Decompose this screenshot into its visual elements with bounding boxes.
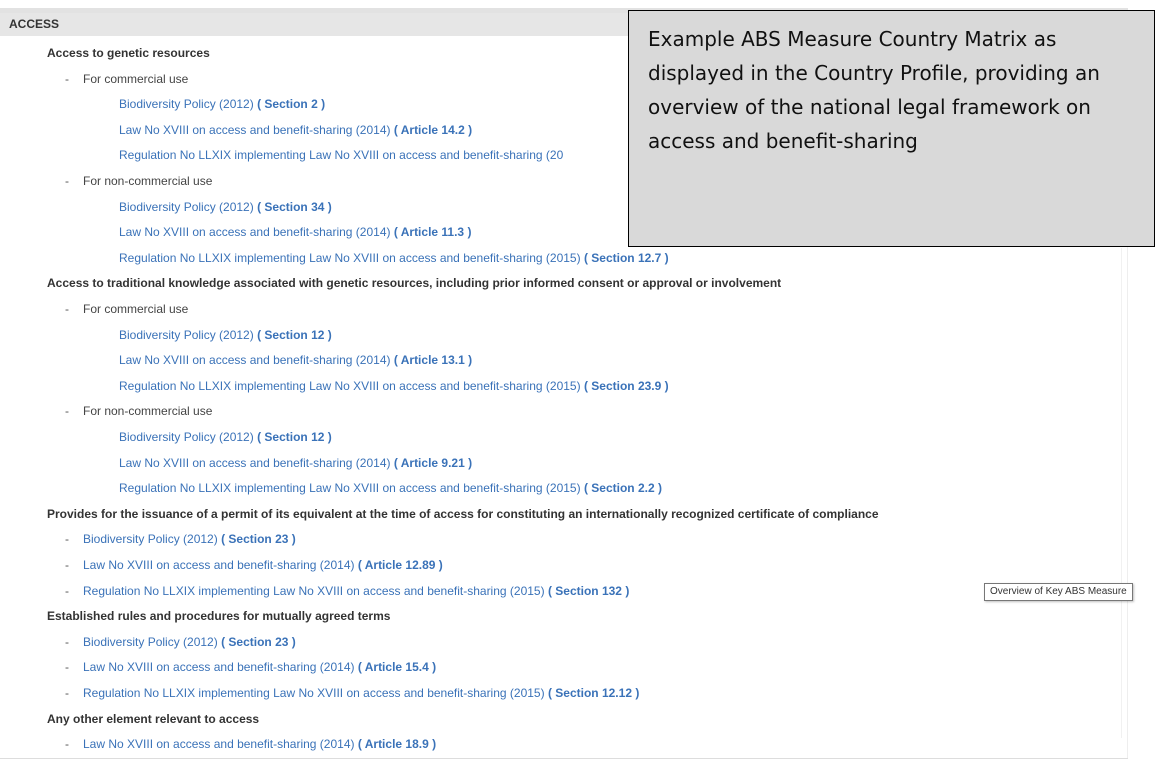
measure-reference-item: - Law No XVIII on access and benefit-shar… xyxy=(65,555,443,575)
measure-reference-item: - Law No XVIII on access and benefit-shar… xyxy=(65,657,436,677)
section-reference-link[interactable]: ( Section 23 ) xyxy=(221,635,296,649)
bullet-dash: - xyxy=(65,72,69,86)
section-reference-link[interactable]: ( Section 34 ) xyxy=(257,200,332,214)
section-reference-link[interactable]: ( Section 12 ) xyxy=(257,328,332,342)
measure-reference-item: Biodiversity Policy (2012) ( Section 2 ) xyxy=(119,94,325,114)
measure-reference-item: - Biodiversity Policy (2012) ( Section 23… xyxy=(65,632,296,652)
category-heading: Established rules and procedures for mut… xyxy=(47,609,391,623)
measure-link[interactable]: Biodiversity Policy (2012) xyxy=(119,97,254,111)
callout-text: Example ABS Measure Country Matrix as di… xyxy=(648,27,1100,153)
section-reference-link[interactable]: ( Section 23.9 ) xyxy=(584,379,669,393)
section-reference-link[interactable]: ( Article 13.1 ) xyxy=(394,353,472,367)
measure-link[interactable]: Law No XVIII on access and benefit-shari… xyxy=(83,737,355,751)
section-reference-link[interactable]: ( Section 12.7 ) xyxy=(584,251,669,265)
use-type-item: - For commercial use xyxy=(65,299,188,319)
category-heading: Access to genetic resources xyxy=(47,46,210,60)
measure-reference-item: Biodiversity Policy (2012) ( Section 34 … xyxy=(119,197,332,217)
section-reference-link[interactable]: ( Section 12.12 ) xyxy=(548,686,639,700)
measure-reference-item: Regulation No LLXIX implementing Law No … xyxy=(119,145,563,165)
measure-link[interactable]: Regulation No LLXIX implementing Law No … xyxy=(119,251,581,265)
use-type-label: For non-commercial use xyxy=(83,404,213,418)
measure-link[interactable]: Law No XVIII on access and benefit-shari… xyxy=(119,353,391,367)
measure-link[interactable]: Regulation No LLXIX implementing Law No … xyxy=(119,379,581,393)
measure-reference-item: - Regulation No LLXIX implementing Law No… xyxy=(65,581,629,601)
section-reference-link[interactable]: ( Section 132 ) xyxy=(548,584,629,598)
measure-link[interactable]: Law No XVIII on access and benefit-shari… xyxy=(119,456,391,470)
bullet-dash: - xyxy=(65,532,69,546)
measure-reference-item: Law No XVIII on access and benefit-shari… xyxy=(119,222,471,242)
bullet-dash: - xyxy=(65,584,69,598)
measure-link[interactable]: Biodiversity Policy (2012) xyxy=(83,532,218,546)
section-reference-link[interactable]: ( Section 2.2 ) xyxy=(584,481,662,495)
measure-reference-item: - Regulation No LLXIX implementing Law No… xyxy=(65,683,639,703)
section-reference-link[interactable]: ( Article 9.21 ) xyxy=(394,456,472,470)
measure-reference-item: Biodiversity Policy (2012) ( Section 12 … xyxy=(119,325,332,345)
use-type-label: For commercial use xyxy=(83,72,189,86)
measure-reference-item: Law No XVIII on access and benefit-shari… xyxy=(119,350,472,370)
bullet-dash: - xyxy=(65,686,69,700)
use-type-label: For non-commercial use xyxy=(83,174,213,188)
section-reference-link[interactable]: ( Article 11.3 ) xyxy=(394,225,472,239)
use-type-item: - For commercial use xyxy=(65,69,188,89)
measure-link[interactable]: Law No XVIII on access and benefit-shari… xyxy=(119,123,391,137)
section-reference-link[interactable]: ( Section 12 ) xyxy=(257,430,332,444)
measure-link[interactable]: Regulation No LLXIX implementing Law No … xyxy=(119,148,563,162)
measure-reference-item: Regulation No LLXIX implementing Law No … xyxy=(119,478,662,498)
section-reference-link[interactable]: ( Section 2 ) xyxy=(257,97,325,111)
bullet-dash: - xyxy=(65,558,69,572)
section-reference-link[interactable]: ( Article 14.2 ) xyxy=(394,123,472,137)
bullet-dash: - xyxy=(65,174,69,188)
use-type-item: - For non-commercial use xyxy=(65,401,212,421)
bullet-dash: - xyxy=(65,635,69,649)
use-type-item: - For non-commercial use xyxy=(65,171,212,191)
bullet-dash: - xyxy=(65,404,69,418)
use-type-label: For commercial use xyxy=(83,302,189,316)
measure-link[interactable]: Biodiversity Policy (2012) xyxy=(83,635,218,649)
category-heading: Provides for the issuance of a permit of… xyxy=(47,507,879,521)
category-heading: Access to traditional knowledge associat… xyxy=(47,276,782,290)
measure-link[interactable]: Biodiversity Policy (2012) xyxy=(119,200,254,214)
measure-reference-item: Regulation No LLXIX implementing Law No … xyxy=(119,376,669,396)
right-border-inner xyxy=(1121,248,1122,738)
annotation-callout: Example ABS Measure Country Matrix as di… xyxy=(628,10,1155,247)
section-reference-link[interactable]: ( Article 15.4 ) xyxy=(358,660,436,674)
measure-link[interactable]: Biodiversity Policy (2012) xyxy=(119,328,254,342)
section-reference-link[interactable]: ( Article 12.89 ) xyxy=(358,558,443,572)
measure-reference-item: Law No XVIII on access and benefit-shari… xyxy=(119,453,472,473)
bullet-dash: - xyxy=(65,660,69,674)
measure-link[interactable]: Law No XVIII on access and benefit-shari… xyxy=(83,558,355,572)
measure-reference-item: Biodiversity Policy (2012) ( Section 12 … xyxy=(119,427,332,447)
bullet-dash: - xyxy=(65,737,69,751)
measure-link[interactable]: Law No XVIII on access and benefit-shari… xyxy=(83,660,355,674)
section-reference-link[interactable]: ( Article 18.9 ) xyxy=(358,737,436,751)
measure-link[interactable]: Regulation No LLXIX implementing Law No … xyxy=(119,481,581,495)
category-heading: Any other element relevant to access xyxy=(47,712,260,726)
section-reference-link[interactable]: ( Section 23 ) xyxy=(221,532,296,546)
measure-link[interactable]: Biodiversity Policy (2012) xyxy=(119,430,254,444)
tooltip: Overview of Key ABS Measure xyxy=(984,583,1133,601)
measure-link[interactable]: Regulation No LLXIX implementing Law No … xyxy=(83,584,545,598)
measure-reference-item: Regulation No LLXIX implementing Law No … xyxy=(119,248,669,268)
measure-reference-item: Law No XVIII on access and benefit-shari… xyxy=(119,120,472,140)
measure-reference-item: - Law No XVIII on access and benefit-shar… xyxy=(65,734,436,754)
bullet-dash: - xyxy=(65,302,69,316)
measure-link[interactable]: Law No XVIII on access and benefit-shari… xyxy=(119,225,391,239)
bottom-border xyxy=(0,758,1128,759)
measure-link[interactable]: Regulation No LLXIX implementing Law No … xyxy=(83,686,545,700)
measure-reference-item: - Biodiversity Policy (2012) ( Section 23… xyxy=(65,529,296,549)
